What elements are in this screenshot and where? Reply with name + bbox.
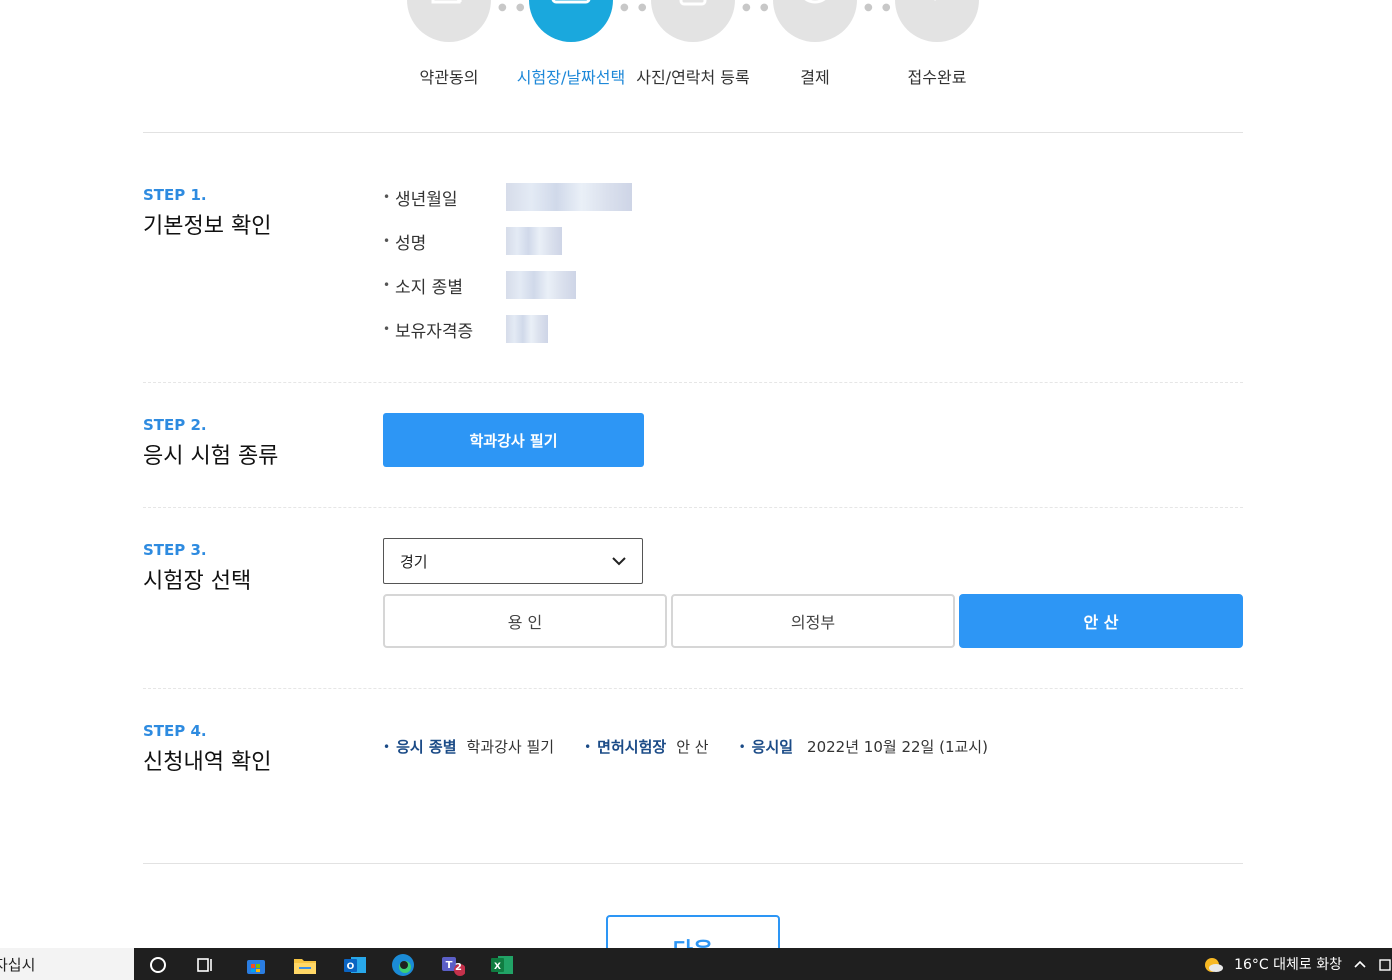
bullet: • bbox=[383, 739, 391, 754]
info-row-name: • 성명 bbox=[383, 226, 562, 256]
excel-icon[interactable]: X bbox=[490, 953, 514, 977]
outlook-icon[interactable]: O bbox=[343, 953, 367, 977]
info-label: 소지 종별 bbox=[395, 277, 463, 298]
bullet: • bbox=[383, 278, 391, 292]
edge-icon[interactable] bbox=[391, 953, 415, 977]
progress-step-label: 사진/연락처 등록 bbox=[636, 68, 750, 87]
step4-title: 신청내역 확인 bbox=[143, 750, 272, 775]
weather-text[interactable]: 16°C 대체로 화창 bbox=[1234, 954, 1342, 974]
next-button[interactable]: 다음 bbox=[606, 915, 780, 948]
exam-type-button[interactable]: 학과강사 필기 bbox=[383, 413, 644, 467]
summary-value: 안 산 bbox=[676, 738, 709, 756]
bullet: • bbox=[738, 739, 746, 754]
chevron-up-icon[interactable] bbox=[1352, 956, 1368, 972]
bullet: • bbox=[383, 190, 391, 204]
taskbar-search-text: 자십시 bbox=[0, 956, 36, 974]
chevron-down-icon bbox=[612, 557, 626, 566]
info-label: 보유자격증 bbox=[395, 321, 474, 342]
step2-title: 응시 시험 종류 bbox=[143, 444, 279, 469]
teams-badge: 2 bbox=[455, 962, 462, 973]
divider bbox=[143, 382, 1243, 383]
site-button-uijeongbu[interactable]: 의정부 bbox=[671, 594, 955, 648]
weather-sun-icon[interactable] bbox=[1202, 953, 1224, 975]
divider bbox=[143, 688, 1243, 689]
cortana-icon[interactable] bbox=[146, 953, 170, 977]
task-view-icon[interactable] bbox=[194, 953, 218, 977]
step4-number: STEP 4. bbox=[143, 722, 207, 740]
svg-text:X: X bbox=[494, 962, 501, 972]
site-button-ansan[interactable]: 안 산 bbox=[959, 594, 1243, 648]
taskbar: 자십시 O T 2 X 16°C 대체로 화창 bbox=[0, 948, 1392, 980]
system-tray: 16°C 대체로 화창 bbox=[1202, 948, 1392, 980]
site-button-label: 용 인 bbox=[507, 613, 543, 632]
divider bbox=[143, 863, 1243, 864]
site-button-label: 의정부 bbox=[790, 613, 836, 632]
info-label: 성명 bbox=[395, 233, 427, 254]
progress-step-label: 접수완료 bbox=[907, 68, 967, 87]
region-select[interactable]: 경기 bbox=[383, 538, 643, 584]
store-icon[interactable] bbox=[244, 953, 268, 977]
summary-exam-type: • 응시 종별 학과강사 필기 bbox=[383, 736, 554, 757]
info-row-certificate: • 보유자격증 bbox=[383, 314, 548, 344]
redacted-value bbox=[506, 315, 548, 343]
step2-number: STEP 2. bbox=[143, 416, 207, 434]
progress-steps: 약관동의 ● ● 시험장/날짜선택 ● ● 사진/연락처 등록 ● ● 결제 ●… bbox=[0, 0, 1392, 88]
phone-icon bbox=[651, 0, 735, 42]
region-select-value: 경기 bbox=[400, 552, 428, 571]
taskbar-search-box[interactable]: 자십시 bbox=[0, 948, 134, 980]
divider bbox=[143, 507, 1243, 508]
progress-step-payment: W 결제 bbox=[745, 0, 885, 88]
teams-icon[interactable]: T 2 bbox=[441, 953, 465, 977]
summary-key: 응시 종별 bbox=[396, 738, 457, 756]
progress-step-label: 약관동의 bbox=[419, 68, 479, 87]
step1-title: 기본정보 확인 bbox=[143, 214, 272, 239]
progress-step-label: 결제 bbox=[800, 68, 830, 87]
info-label: 생년월일 bbox=[395, 189, 458, 210]
info-row-license-type: • 소지 종별 bbox=[383, 270, 576, 300]
file-explorer-icon[interactable] bbox=[293, 953, 317, 977]
progress-step-date: 시험장/날짜선택 bbox=[501, 0, 641, 88]
summary-key: 면허시험장 bbox=[597, 738, 667, 756]
summary-value: 학과강사 필기 bbox=[466, 738, 555, 756]
step3-title: 시험장 선택 bbox=[143, 569, 252, 594]
site-button-label: 안 산 bbox=[1083, 613, 1119, 632]
step1-number: STEP 1. bbox=[143, 186, 207, 204]
redacted-value bbox=[506, 183, 632, 211]
svg-text:O: O bbox=[347, 962, 355, 972]
progress-step-label: 시험장/날짜선택 bbox=[516, 68, 626, 87]
info-row-birthdate: • 생년월일 bbox=[383, 182, 632, 212]
won-icon: W bbox=[773, 0, 857, 42]
summary-value: 2022년 10월 22일 (1교시) bbox=[807, 738, 988, 756]
progress-step-complete: 접수완료 bbox=[867, 0, 1007, 88]
progress-step-terms: 약관동의 bbox=[379, 0, 519, 88]
summary-test-site: • 면허시험장 안 산 bbox=[584, 736, 708, 757]
bullet: • bbox=[383, 322, 391, 336]
progress-step-photo: 사진/연락처 등록 bbox=[623, 0, 763, 88]
divider bbox=[143, 132, 1243, 133]
step3-number: STEP 3. bbox=[143, 541, 207, 559]
network-icon[interactable] bbox=[1378, 956, 1392, 972]
document-icon bbox=[407, 0, 491, 42]
application-summary: • 응시 종별 학과강사 필기 • 면허시험장 안 산 • 응시일 2022년 … bbox=[383, 736, 1018, 757]
check-icon bbox=[895, 0, 979, 42]
summary-exam-date: • 응시일 2022년 10월 22일 (1교시) bbox=[739, 736, 988, 757]
redacted-value bbox=[506, 227, 562, 255]
calendar-icon bbox=[529, 0, 613, 42]
redacted-value bbox=[506, 271, 576, 299]
bullet: • bbox=[584, 739, 592, 754]
summary-key: 응시일 bbox=[751, 738, 794, 756]
bullet: • bbox=[383, 234, 391, 248]
svg-text:T: T bbox=[446, 960, 453, 971]
site-button-yongin[interactable]: 용 인 bbox=[383, 594, 667, 648]
page: 약관동의 ● ● 시험장/날짜선택 ● ● 사진/연락처 등록 ● ● 결제 ●… bbox=[0, 0, 1392, 948]
